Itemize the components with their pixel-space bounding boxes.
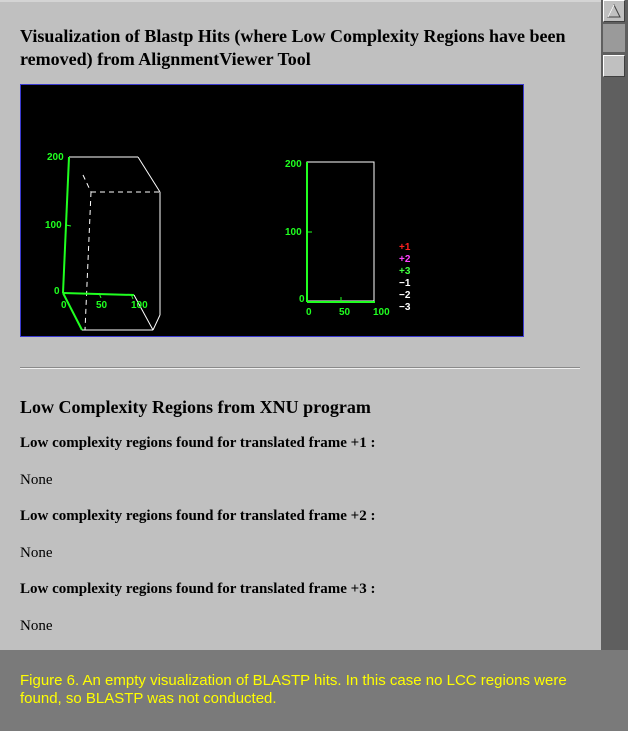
2d-x-tick-50: 50 — [339, 307, 351, 318]
frame-legend: +1 +2 +3 −1 −2 −3 — [399, 242, 411, 313]
3d-z-tick-0: 0 — [54, 286, 60, 297]
frame-plus-2-label: Low complexity regions found for transla… — [20, 508, 376, 524]
3d-z-tick-100: 100 — [45, 220, 62, 231]
legend-plus-3: +3 — [399, 266, 411, 277]
3d-x-tick-50: 50 — [96, 300, 108, 311]
3d-ticks — [65, 224, 134, 300]
visualization-heading: Visualization of Blastp Hits (where Low … — [20, 26, 566, 69]
2d-x-tick-0: 0 — [306, 307, 312, 318]
3d-x-tick-0: 0 — [61, 300, 67, 311]
2d-y-tick-0: 0 — [299, 294, 305, 305]
figure-caption-panel: Figure 6. An empty visualization of BLAS… — [0, 650, 628, 731]
frame-plus-2-value: None — [20, 545, 53, 561]
frame-plus-1-value: None — [20, 472, 53, 488]
2d-y-tick-100: 100 — [285, 227, 302, 238]
legend-plus-2: +2 — [399, 254, 411, 265]
legend-minus-1: −1 — [399, 278, 411, 289]
2d-plot-box — [306, 161, 375, 302]
legend-minus-2: −2 — [399, 290, 411, 301]
alignment-visualization: 200 100 0 0 50 100 200 100 0 0 50 100 +1… — [20, 84, 524, 337]
legend-minus-3: −3 — [399, 302, 411, 313]
scroll-up-button[interactable] — [603, 0, 625, 22]
3d-z-tick-200: 200 — [47, 152, 64, 163]
visualization-canvas: 200 100 0 0 50 100 200 100 0 0 50 100 +1… — [45, 152, 411, 331]
lcr-heading: Low Complexity Regions from XNU program — [20, 397, 371, 417]
arrow-up-icon — [607, 4, 621, 18]
vertical-scrollbar[interactable] — [601, 0, 628, 650]
frame-plus-3-label: Low complexity regions found for transla… — [20, 581, 376, 597]
2d-x-tick-100: 100 — [373, 307, 390, 318]
scroll-track[interactable] — [603, 24, 625, 52]
frame-plus-3-value: None — [20, 618, 53, 634]
2d-y-tick-200: 200 — [285, 159, 302, 170]
frame-plus-1-label: Low complexity regions found for transla… — [20, 435, 376, 451]
top-border — [0, 0, 601, 2]
document-view: Visualization of Blastp Hits (where Low … — [0, 0, 601, 650]
3d-x-tick-100: 100 — [131, 300, 148, 311]
2d-axes — [306, 162, 375, 303]
scroll-thumb[interactable] — [603, 55, 625, 77]
figure-caption: Figure 6. An empty visualization of BLAS… — [20, 672, 567, 707]
2d-ticks — [307, 231, 342, 302]
legend-plus-1: +1 — [399, 242, 411, 253]
section-divider — [20, 367, 580, 369]
